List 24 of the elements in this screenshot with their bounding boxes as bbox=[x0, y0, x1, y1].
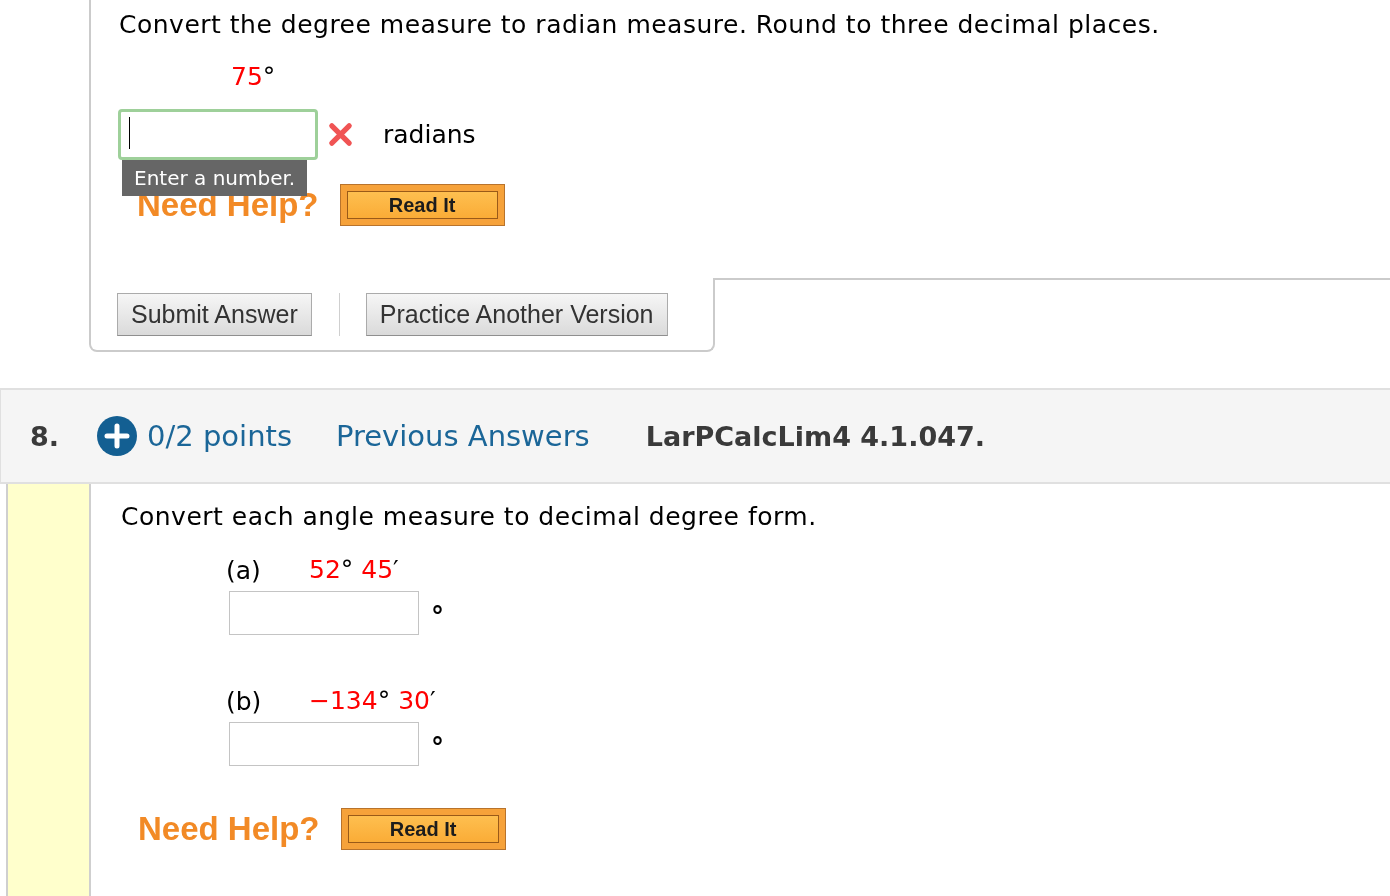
given-angle: 52° 45′ bbox=[309, 557, 399, 583]
unit-label: radians bbox=[383, 120, 476, 149]
given-angle: −134° 30′ bbox=[309, 688, 436, 714]
submit-answer-button[interactable]: Submit Answer bbox=[117, 293, 312, 336]
part-label: (b) bbox=[226, 686, 263, 716]
read-it-button[interactable]: Read It bbox=[339, 184, 505, 226]
points-link[interactable]: 0/2 points bbox=[147, 419, 292, 453]
given-angle: 75° bbox=[231, 62, 276, 91]
question-prompt: Convert the degree measure to radian measure. Round to three decimal places. bbox=[119, 11, 1160, 39]
need-help-label: Need Help? bbox=[138, 810, 320, 848]
tooltip: Enter a number. bbox=[122, 160, 308, 196]
question-reference: LarPCalcLim4 4.1.047. bbox=[645, 420, 986, 452]
read-it-button[interactable]: Read It bbox=[340, 808, 506, 850]
question-number: 8. bbox=[30, 420, 60, 452]
practice-another-version-button[interactable]: Practice Another Version bbox=[365, 293, 668, 336]
answer-field[interactable] bbox=[229, 722, 419, 766]
unit-label: ° bbox=[431, 737, 444, 757]
question-prompt: Convert each angle measure to decimal degree form. bbox=[121, 503, 817, 531]
plus-circle-icon[interactable] bbox=[97, 416, 138, 456]
unit-label: ° bbox=[431, 606, 444, 626]
previous-answers-link[interactable]: Previous Answers bbox=[336, 419, 590, 453]
answer-field[interactable] bbox=[118, 109, 318, 160]
answer-field[interactable] bbox=[229, 591, 419, 635]
part-label: (a) bbox=[226, 555, 262, 585]
